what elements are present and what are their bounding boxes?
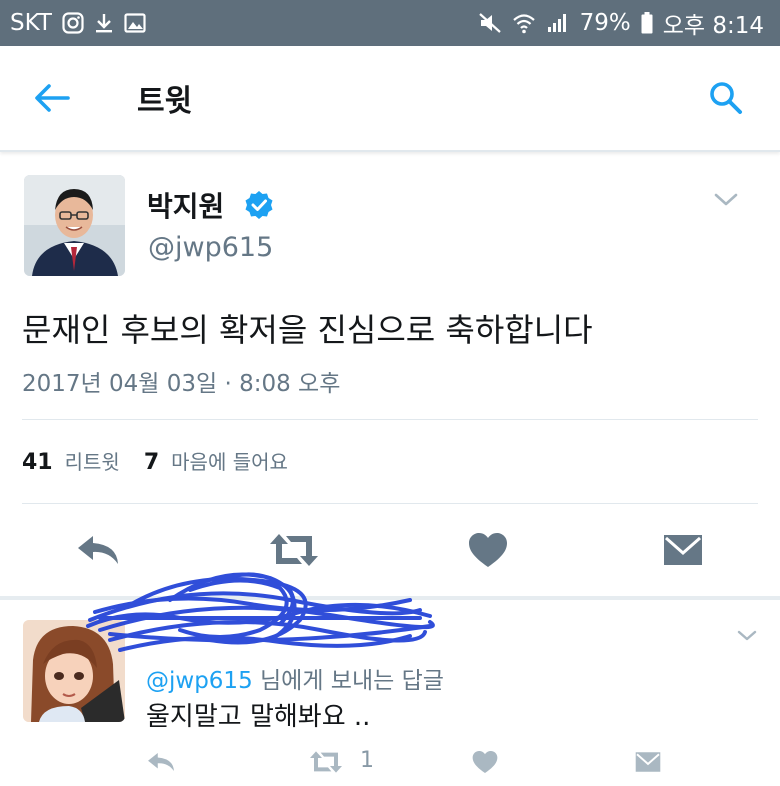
like-button[interactable] (466, 530, 510, 570)
message-icon (635, 752, 661, 772)
reply-retweet-count: 1 (360, 748, 374, 773)
avatar[interactable] (24, 175, 125, 276)
reply-context: @jwp615 님에게 보내는 답글 (146, 661, 444, 695)
reply-like-button[interactable] (470, 748, 500, 776)
retweet-label[interactable]: 리트윗 (65, 446, 120, 475)
redaction-scribble (86, 572, 435, 652)
reply-text: 울지말고 말해봐요 .. (146, 702, 371, 732)
like-label[interactable]: 마음에 들어요 (171, 446, 288, 475)
download-icon (94, 12, 114, 34)
carrier-label: SKT (10, 10, 52, 36)
retweet-icon (310, 751, 342, 773)
divider (22, 419, 758, 420)
tweet-text: 문재인 후보의 확저을 진심으로 축하합니다 (22, 311, 593, 349)
like-count[interactable]: 7 (144, 450, 159, 475)
display-name[interactable]: 박지원 (147, 185, 224, 225)
app-header: 트윗 (0, 46, 780, 152)
retweet-count[interactable]: 41 (22, 450, 53, 475)
message-button[interactable] (660, 530, 706, 570)
page-title: 트윗 (137, 84, 193, 119)
image-icon (124, 13, 146, 33)
battery-percent: 79% (579, 10, 631, 36)
status-bar: SKT 79% 오후 8:14 (0, 0, 780, 46)
avatar[interactable] (23, 620, 125, 722)
back-button[interactable] (30, 80, 74, 116)
back-arrow-icon (35, 84, 70, 112)
battery-icon (641, 12, 653, 34)
reply-retweet-button[interactable] (306, 748, 346, 776)
reply-icon (78, 536, 118, 564)
reply-message-button[interactable] (632, 748, 664, 776)
mute-icon (478, 12, 502, 34)
divider (22, 503, 758, 504)
like-icon (469, 533, 507, 567)
wifi-icon (512, 12, 536, 34)
clock: 오후 8:14 (662, 13, 764, 39)
section-separator (0, 596, 780, 600)
like-icon (472, 750, 498, 774)
user-handle[interactable]: @jwp615 (148, 232, 273, 263)
reply-reply-button[interactable] (144, 748, 178, 776)
search-icon (710, 82, 742, 114)
chevron-down-icon[interactable] (736, 628, 758, 644)
tweet-stats: 41 리트윗 7 마음에 들어요 (22, 446, 312, 475)
message-icon (664, 535, 702, 565)
reply-context-label: 님에게 보내는 답글 (252, 668, 444, 694)
retweet-icon (270, 534, 318, 566)
reply-button[interactable] (74, 530, 122, 570)
instagram-icon (62, 12, 84, 34)
signal-icon (546, 12, 570, 34)
tweet-timestamp: 2017년 04월 03일 · 8:08 오후 (22, 371, 341, 397)
search-button[interactable] (704, 76, 748, 120)
verified-badge-icon (245, 191, 273, 219)
reply-icon (148, 752, 174, 772)
reply-mention[interactable]: @jwp615 (146, 668, 253, 694)
retweet-button[interactable] (266, 530, 322, 570)
chevron-down-icon[interactable] (712, 190, 740, 210)
